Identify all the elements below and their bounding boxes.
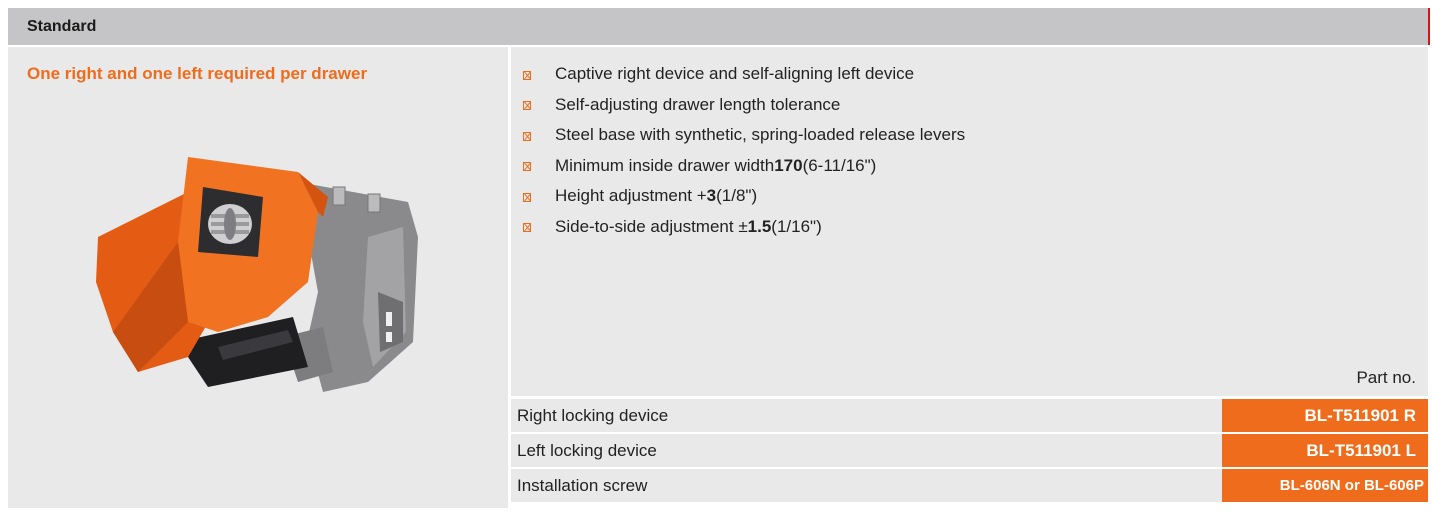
section-header: Standard	[8, 8, 1428, 45]
part-row: Left locking device BL-T511901 L	[511, 434, 1428, 467]
bullet-icon	[523, 223, 531, 233]
part-code: BL-T511901 L	[1222, 434, 1428, 467]
part-name: Installation screw	[517, 476, 648, 495]
feature-item: Self-adjusting drawer length tolerance	[523, 90, 965, 121]
product-panel: One right and one left required per draw…	[8, 47, 508, 508]
bullet-icon	[523, 162, 531, 172]
bullet-icon	[523, 192, 531, 202]
part-name: Right locking device	[517, 406, 669, 425]
bullet-icon	[523, 131, 531, 141]
feature-item: Steel base with synthetic, spring-loaded…	[523, 120, 965, 151]
product-subtitle: One right and one left required per draw…	[27, 64, 368, 83]
part-name: Left locking device	[517, 441, 657, 460]
feature-item: Minimum inside drawer width 170 (6-11/16…	[523, 151, 965, 182]
bullet-icon	[523, 70, 531, 80]
part-row: Installation screw BL-606N or BL-606P	[511, 469, 1428, 502]
edge-marker	[1428, 8, 1430, 45]
part-code: BL-606N or BL-606P	[1222, 469, 1428, 502]
feature-list: Captive right device and self-aligning l…	[523, 59, 965, 242]
feature-item: Captive right device and self-aligning l…	[523, 59, 965, 90]
drawer-locking-device-image	[96, 157, 418, 392]
feature-item: Side-to-side adjustment ±1.5 (1/16")	[523, 212, 965, 243]
part-code: BL-T511901 R	[1222, 399, 1428, 432]
feature-item: Height adjustment +3 (1/8")	[523, 181, 965, 212]
part-row: Right locking device BL-T511901 R	[511, 399, 1428, 432]
features-panel: Captive right device and self-aligning l…	[511, 47, 1428, 396]
part-no-label: Part no.	[1356, 368, 1416, 387]
section-title: Standard	[27, 18, 97, 35]
bullet-icon	[523, 101, 531, 111]
